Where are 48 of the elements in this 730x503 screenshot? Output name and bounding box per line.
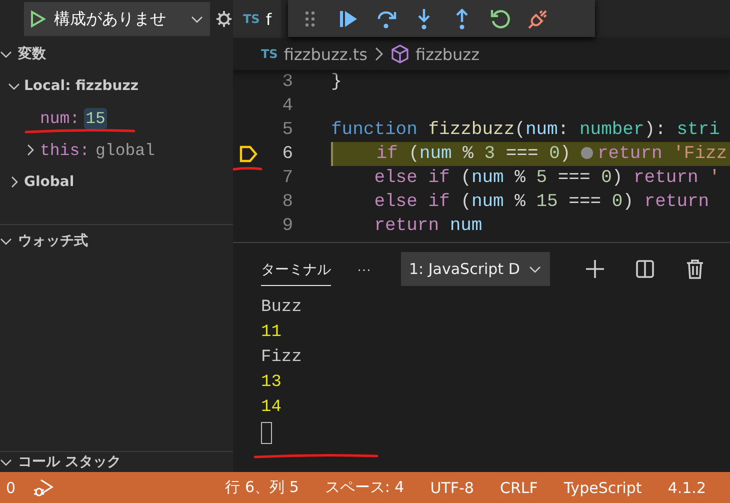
line-number: 8	[281, 192, 293, 212]
debug-run-icon[interactable]	[32, 478, 54, 498]
status-item[interactable]: UTF-8	[430, 478, 474, 496]
code-line: }	[331, 71, 343, 94]
code-line: return num	[373, 215, 484, 238]
status-item[interactable]: TypeScript	[564, 478, 642, 496]
add-icon[interactable]	[584, 258, 606, 280]
status-item[interactable]: スペース: 4	[324, 478, 404, 497]
variable-value: global	[94, 140, 156, 160]
section-title[interactable]: コール スタック	[18, 453, 121, 471]
status-item[interactable]: 行 6、列 5	[225, 478, 299, 497]
variable-name: this:	[40, 140, 90, 160]
line-number: 5	[281, 120, 293, 140]
section-title[interactable]: 変数	[18, 45, 46, 63]
scope-label[interactable]: Local: fizzbuzz	[24, 78, 139, 94]
breadcrumb-item[interactable]: fizzbuzz.ts	[284, 44, 368, 64]
terminal-output-line: 13	[261, 372, 282, 394]
variable-name: num:	[40, 108, 80, 128]
status-item[interactable]: 4.1.2	[668, 478, 706, 496]
line-number: 3	[281, 72, 293, 92]
play-icon	[30, 10, 46, 28]
code-line: else if (num % 5 === 0) return '	[373, 167, 721, 190]
panel-tab[interactable]: ターミナル	[261, 252, 331, 286]
terminal-select[interactable]: 1: JavaScript D	[401, 252, 550, 286]
status-item[interactable]: CRLF	[500, 478, 538, 496]
line-number: 7	[281, 168, 293, 188]
more-actions-button[interactable]: ···	[357, 261, 371, 277]
debug-config-dropdown[interactable]: 構成がありませ	[24, 2, 210, 36]
line-number: 9	[281, 216, 293, 236]
variable-value: 15	[84, 108, 108, 128]
terminal-output-line: 11	[261, 322, 282, 344]
editor-tab[interactable]: TS f	[233, 0, 282, 38]
section-title[interactable]: ウォッチ式	[18, 232, 88, 250]
chevron-right-icon	[374, 47, 384, 61]
cube-icon	[390, 44, 410, 64]
breadcrumb-item[interactable]: fizzbuzz	[416, 44, 480, 64]
line-number: 6	[281, 144, 293, 164]
code-line: else if (num % 15 === 0) return	[373, 191, 710, 214]
split-icon[interactable]	[634, 258, 656, 280]
terminal-output-line: 14	[261, 397, 282, 419]
status-item[interactable]: 0	[6, 478, 16, 496]
file-type-icon: TS	[261, 47, 278, 61]
terminal-output-line: Buzz	[261, 297, 303, 319]
settings-icon[interactable]	[216, 10, 232, 28]
line-number: 4	[281, 96, 293, 116]
code-line: function fizzbuzz(num: number): stri	[331, 119, 721, 142]
terminal-output-line: Fizz	[261, 347, 303, 369]
scope-label[interactable]: Global	[24, 174, 74, 190]
